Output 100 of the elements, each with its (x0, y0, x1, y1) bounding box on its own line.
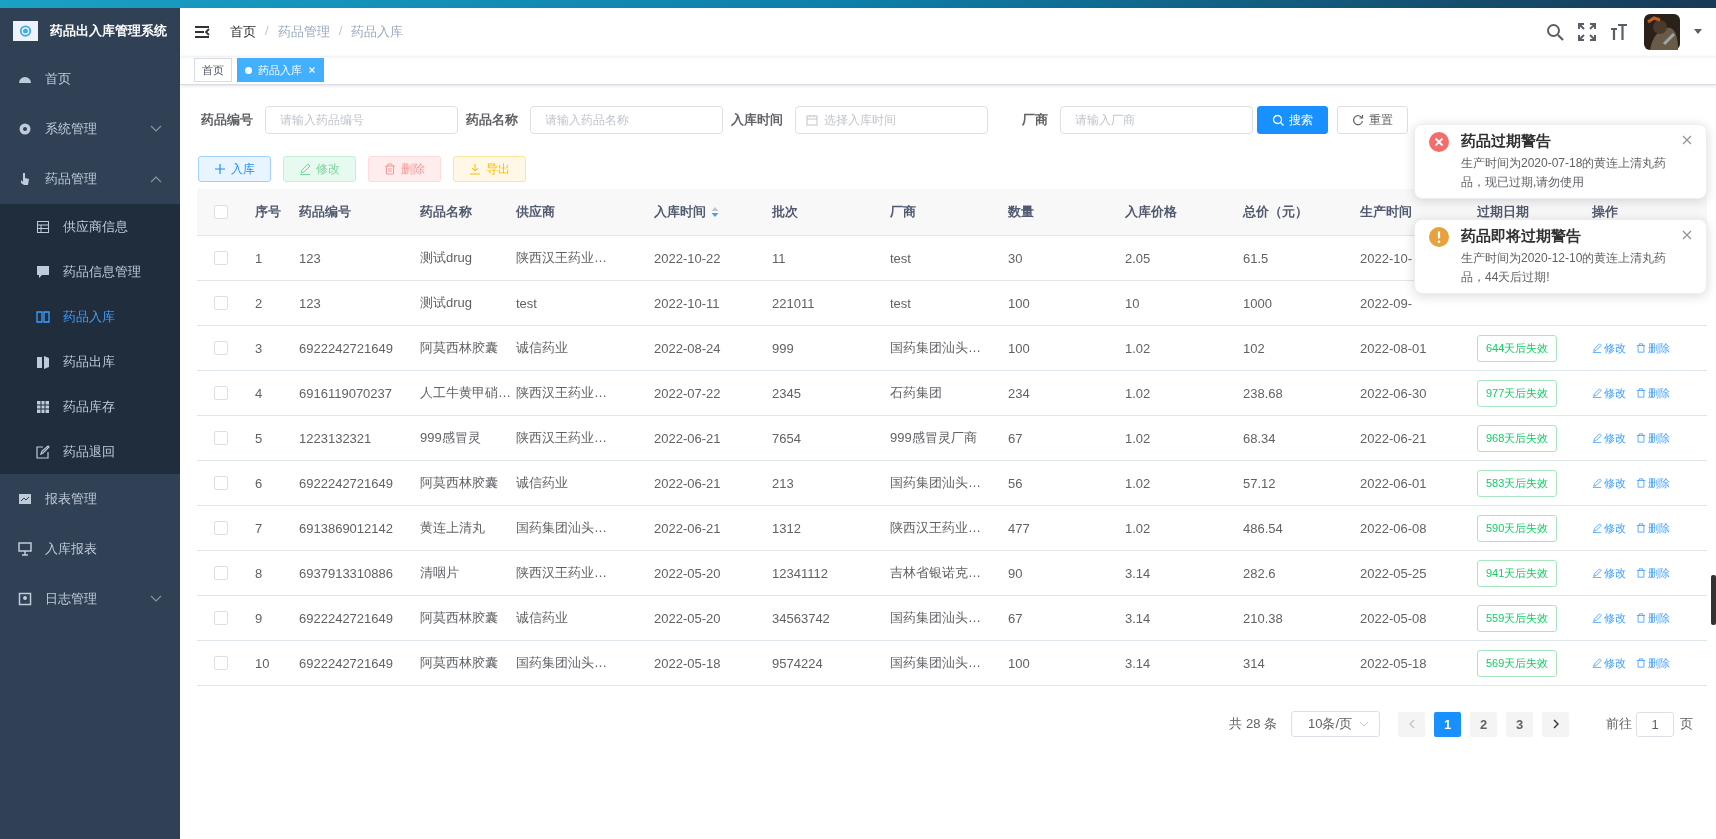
checkbox[interactable] (214, 341, 228, 355)
fullscreen-icon[interactable] (1578, 23, 1596, 41)
table-cell: 2022-05-25 (1360, 565, 1427, 581)
submenu-item[interactable]: 药品信息管理 (0, 249, 180, 294)
table-cell: 999感冒灵 (420, 429, 481, 447)
checkbox[interactable] (214, 656, 228, 670)
menu-item[interactable]: 入库报表 (0, 524, 180, 574)
checkbox[interactable] (214, 476, 228, 490)
menu-item[interactable]: 首页 (0, 54, 180, 104)
delete-link[interactable]: 删除 (1636, 430, 1670, 446)
delete-link[interactable]: 删除 (1636, 475, 1670, 491)
status-tag: 559天后失效 (1477, 604, 1558, 632)
breadcrumb-separator: / (338, 23, 343, 40)
calendar-icon (806, 114, 818, 126)
table-cell: 9 (255, 610, 263, 626)
page-button[interactable]: 3 (1506, 711, 1533, 737)
submenu-item[interactable]: 药品库存 (0, 384, 180, 429)
table-cell: 1223132321 (299, 430, 372, 446)
table-cell: 6922242721649 (299, 655, 393, 671)
table-cell: 诚信药业 (516, 474, 568, 492)
checkbox[interactable] (214, 251, 228, 265)
input-field[interactable]: 请输入厂商 (1060, 106, 1253, 134)
edit-button[interactable]: 修改 (283, 156, 356, 182)
delete-button[interactable]: 删除 (368, 156, 441, 182)
close-icon[interactable] (1682, 230, 1692, 240)
edit-link[interactable]: 修改 (1592, 520, 1626, 536)
table-cell: 2022-06-21 (1360, 430, 1427, 446)
status-tag: 977天后失效 (1477, 379, 1558, 407)
edit-link[interactable]: 修改 (1592, 475, 1626, 491)
pencil-icon (299, 163, 311, 175)
next-page-button[interactable] (1542, 711, 1569, 737)
table-cell: 100 (1008, 655, 1030, 671)
table-cell: 陕西汉王药业… (516, 384, 607, 402)
column-header: 序号 (255, 203, 281, 221)
page-tab[interactable]: 药品入库 (237, 58, 324, 82)
table-cell: 67 (1008, 610, 1023, 626)
delete-link[interactable]: 删除 (1636, 610, 1670, 626)
font-size-icon[interactable] (1610, 23, 1628, 41)
add-button[interactable]: 入库 (198, 156, 271, 182)
table-cell: 30 (1008, 250, 1023, 266)
page-input[interactable]: 1 (1636, 711, 1674, 737)
checkbox[interactable] (214, 611, 228, 625)
delete-link[interactable]: 删除 (1636, 340, 1670, 356)
page-button[interactable]: 1 (1434, 711, 1461, 737)
menu-item[interactable]: 报表管理 (0, 474, 180, 524)
breadcrumb-link[interactable]: 首页 (230, 23, 256, 41)
date-field[interactable]: 选择入库时间 (795, 106, 988, 134)
trash-icon (1636, 523, 1646, 533)
search-icon[interactable] (1546, 23, 1564, 41)
checkbox[interactable] (214, 431, 228, 445)
edit-link[interactable]: 修改 (1592, 385, 1626, 401)
filter-label: 药品名称 (465, 111, 519, 129)
menu-item[interactable]: 药品管理 (0, 154, 180, 204)
checkbox[interactable] (214, 205, 228, 219)
menu-item[interactable]: 系统管理 (0, 104, 180, 154)
checkbox[interactable] (214, 386, 228, 400)
edit-link[interactable]: 修改 (1592, 655, 1626, 671)
delete-link[interactable]: 删除 (1636, 385, 1670, 401)
table-cell: 国药集团汕头… (516, 519, 607, 537)
submenu-item[interactable]: 药品入库 (0, 294, 180, 339)
reset-button[interactable]: 重置 (1337, 106, 1408, 134)
checkbox[interactable] (214, 521, 228, 535)
search-button[interactable]: 搜索 (1257, 106, 1328, 134)
download-icon (469, 163, 481, 175)
checkbox[interactable] (214, 566, 228, 580)
delete-link[interactable]: 删除 (1636, 565, 1670, 581)
delete-link[interactable]: 删除 (1636, 520, 1670, 536)
edit-link[interactable]: 修改 (1592, 610, 1626, 626)
checkbox[interactable] (214, 296, 228, 310)
menu-item[interactable]: 日志管理 (0, 574, 180, 624)
notification-title: 药品即将过期警告 (1461, 227, 1582, 246)
table-cell: 国药集团汕头… (890, 609, 981, 627)
breadcrumb-link[interactable]: 药品入库 (351, 23, 404, 41)
page-button[interactable]: 2 (1470, 711, 1497, 737)
trash-icon (1636, 613, 1646, 623)
menu-icon[interactable] (194, 25, 210, 39)
table-cell: 10 (255, 655, 270, 671)
avatar[interactable] (1644, 14, 1680, 50)
submenu-item[interactable]: 供应商信息 (0, 204, 180, 249)
breadcrumb-link[interactable]: 药品管理 (277, 23, 330, 41)
submenu-item[interactable]: 药品出库 (0, 339, 180, 384)
submenu-item[interactable]: 药品退回 (0, 429, 180, 474)
page-size-select[interactable]: 10条/页 (1291, 711, 1380, 737)
page-tab[interactable]: 首页 (194, 58, 232, 82)
export-button[interactable]: 导出 (453, 156, 526, 182)
caret-icon[interactable] (1694, 29, 1702, 35)
delete-link[interactable]: 删除 (1636, 655, 1670, 671)
column-header: 过期日期 (1477, 203, 1529, 221)
table-cell: 56 (1008, 475, 1023, 491)
search-icon (1272, 114, 1284, 126)
edit-link[interactable]: 修改 (1592, 565, 1626, 581)
close-icon[interactable] (1682, 135, 1692, 145)
input-field[interactable]: 请输入药品名称 (530, 106, 723, 134)
edit-link[interactable]: 修改 (1592, 430, 1626, 446)
sort-icon[interactable] (711, 206, 719, 218)
table-cell: 国药集团汕头… (890, 339, 981, 357)
scrollbar[interactable] (1711, 575, 1716, 625)
table-cell: 2022-06-30 (1360, 385, 1427, 401)
edit-link[interactable]: 修改 (1592, 340, 1626, 356)
table-cell: 陕西汉王药业… (516, 429, 607, 447)
